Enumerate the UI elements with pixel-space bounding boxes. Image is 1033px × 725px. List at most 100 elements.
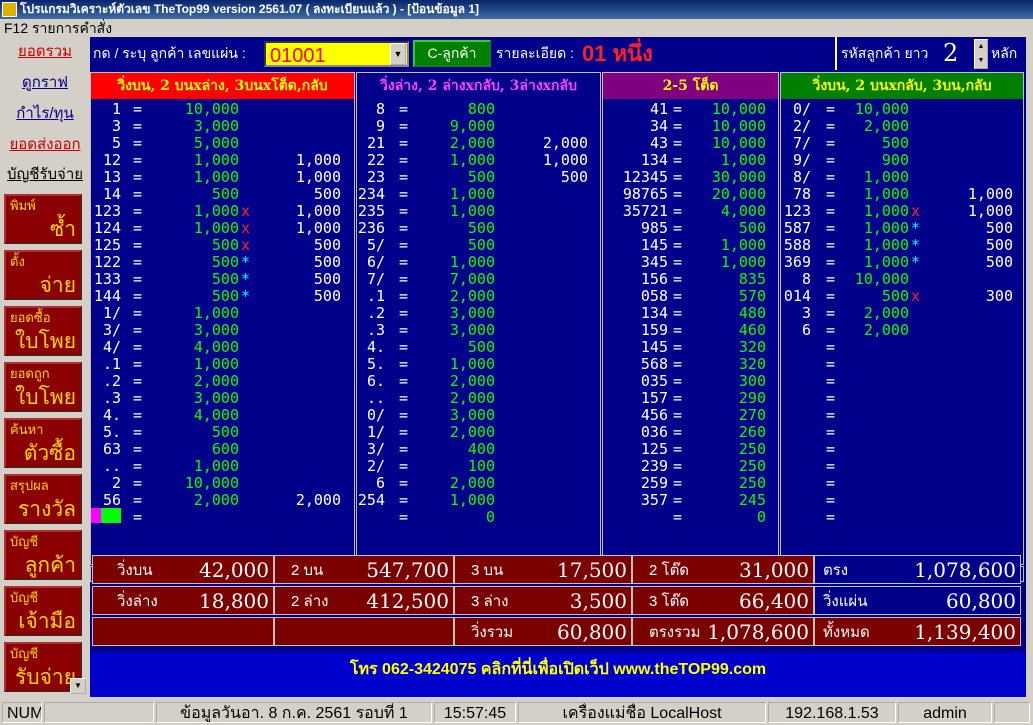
table-row[interactable]: 8/ = 1,000 [781, 169, 1023, 186]
table-row[interactable]: 036 = 260 [603, 424, 778, 441]
table-row[interactable]: 0/ = 3,000 [357, 407, 600, 424]
table-row[interactable]: 6/ = 1,000 [357, 254, 600, 271]
table-row[interactable]: 6 = 2,000 [357, 475, 600, 492]
table-row[interactable]: 159 = 460 [603, 322, 778, 339]
table-row[interactable]: .2 = 2,000 [91, 373, 354, 390]
menu-bar[interactable]: F12 รายการคำสั่ง [0, 19, 1033, 37]
sidebar-button-4[interactable]: ค้นหา ตัวซื้อ [4, 418, 82, 468]
table-row[interactable]: 21 = 2,000 2,000 [357, 135, 600, 152]
code-length-value[interactable]: 2 [943, 39, 958, 67]
table-row[interactable]: 122 = 500 * 500 [91, 254, 354, 271]
data-column-2[interactable]: วิ่งล่าง, 2 ล่างxกลับ, 3ล่างxกลับ 8 = 800 9 =… [356, 72, 601, 565]
table-row[interactable]: 239 = 250 [603, 458, 778, 475]
table-row[interactable]: .. = 2,000 [357, 390, 600, 407]
table-row[interactable]: 134 = 480 [603, 305, 778, 322]
table-row[interactable]: 63 = 600 [91, 441, 354, 458]
table-row[interactable]: = [781, 441, 1023, 458]
table-row[interactable]: = 0 [357, 509, 600, 526]
table-row[interactable]: 157 = 290 [603, 390, 778, 407]
table-row[interactable]: = [781, 424, 1023, 441]
table-row[interactable]: 234 = 1,000 [357, 186, 600, 203]
sidebar-link-1[interactable]: ดูกราฟ [2, 71, 88, 95]
table-row[interactable]: 144 = 500 * 500 [91, 288, 354, 305]
table-row[interactable]: 8 = 10,000 [781, 271, 1023, 288]
table-row[interactable]: 23 = 500 500 [357, 169, 600, 186]
table-row[interactable]: = [781, 339, 1023, 356]
table-row[interactable]: 1 = 10,000 [91, 101, 354, 118]
table-row[interactable]: 156 = 835 [603, 271, 778, 288]
table-row[interactable]: 22 = 1,000 1,000 [357, 152, 600, 169]
table-row[interactable]: 3 = 2,000 [781, 305, 1023, 322]
table-row[interactable]: 7/ = 500 [781, 135, 1023, 152]
sidebar-link-0[interactable]: ยอดรวม [2, 40, 88, 64]
table-row[interactable]: 2/ = 100 [357, 458, 600, 475]
sidebar-scroll-down[interactable]: ▼ [70, 678, 86, 694]
table-row[interactable]: 236 = 500 [357, 220, 600, 237]
table-row[interactable]: .1 = 2,000 [357, 288, 600, 305]
table-row[interactable]: = [781, 407, 1023, 424]
data-column-4[interactable]: วิ่งบน, 2 บนxกลับ, 3บน,กลับ 0/= 10,000 2/= 2… [780, 72, 1024, 565]
table-row[interactable]: 4. = 4,000 [91, 407, 354, 424]
table-row[interactable]: 123 = 1,000 x 1,000 [91, 203, 354, 220]
table-row[interactable]: 125 = 500 x 500 [91, 237, 354, 254]
table-row[interactable]: 5. = 500 [91, 424, 354, 441]
sidebar-link-3[interactable]: ยอดส่งออก [2, 133, 88, 157]
table-row[interactable]: 369 = 1,000 * 500 [781, 254, 1023, 271]
table-row[interactable]: 985 = 500 [603, 220, 778, 237]
table-row[interactable]: 124 = 1,000 x 1,000 [91, 220, 354, 237]
table-row[interactable]: 78 = 1,000 1,000 [781, 186, 1023, 203]
sidebar-link-2[interactable]: กำไร/ทุน [2, 102, 88, 126]
table-row[interactable]: = [781, 509, 1023, 526]
table-row[interactable]: 145 = 1,000 [603, 237, 778, 254]
table-row[interactable]: 134 = 1,000 [603, 152, 778, 169]
table-row[interactable]: 7/ = 7,000 [357, 271, 600, 288]
table-row[interactable]: 12345 = 30,000 [603, 169, 778, 186]
table-row[interactable]: .3 = 3,000 [91, 390, 354, 407]
table-row[interactable]: 259 = 250 [603, 475, 778, 492]
table-row[interactable]: 0/ = 10,000 [781, 101, 1023, 118]
table-row[interactable]: 14 = 500 500 [91, 186, 354, 203]
table-row[interactable]: 3/ = 3,000 [91, 322, 354, 339]
table-row[interactable]: 568 = 320 [603, 356, 778, 373]
table-row[interactable]: 41 = 10,000 [603, 101, 778, 118]
sidebar-button-0[interactable]: พิมพ์ ซ้ำ [4, 194, 82, 244]
table-row[interactable]: 133 = 500 * 500 [91, 271, 354, 288]
table-row[interactable]: 98765 = 20,000 [603, 186, 778, 203]
table-row[interactable]: 035 = 300 [603, 373, 778, 390]
sidebar-button-1[interactable]: ตั้ง จ่าย [4, 250, 82, 300]
table-row[interactable]: 456 = 270 [603, 407, 778, 424]
table-row[interactable]: 125 = 250 [603, 441, 778, 458]
table-row[interactable]: = 0 [603, 509, 778, 526]
sidebar-button-5[interactable]: สรุปผล รางวัล [4, 474, 82, 524]
table-row[interactable]: 3 = 3,000 [91, 118, 354, 135]
sidebar-button-3[interactable]: ยอดถูก ใบโพย [4, 362, 82, 412]
sidebar-link-4[interactable]: บัญชีรับจ่าย [2, 163, 88, 187]
table-row[interactable]: 058 = 570 [603, 288, 778, 305]
table-row[interactable]: 145 = 320 [603, 339, 778, 356]
table-row[interactable]: 34 = 10,000 [603, 118, 778, 135]
table-row[interactable]: = [781, 458, 1023, 475]
table-row[interactable]: 4. = 500 [357, 339, 600, 356]
table-row[interactable]: .. = 1,000 [91, 458, 354, 475]
customer-button[interactable]: C-ลูกค้า [413, 40, 491, 67]
table-row[interactable]: 235 = 1,000 [357, 203, 600, 220]
table-row[interactable]: 014 = 500 x 300 [781, 288, 1023, 305]
table-row[interactable]: 8 = 800 [357, 101, 600, 118]
table-row[interactable]: 587 = 1,000 * 500 [781, 220, 1023, 237]
table-row[interactable]: 35721 = 4,000 [603, 203, 778, 220]
table-row[interactable]: 56 = 2,000 2,000 [91, 492, 354, 509]
sidebar-button-7[interactable]: บัญชี เจ้ามือ [4, 586, 82, 636]
table-row[interactable]: 588 = 1,000 * 500 [781, 237, 1023, 254]
table-row[interactable]: .3 = 3,000 [357, 322, 600, 339]
data-column-3[interactable]: 2-5 โต็ด 41 = 10,000 34 = 10,000 43 = 10,000 134 = 1… [602, 72, 779, 565]
table-row[interactable]: 345 = 1,000 [603, 254, 778, 271]
customer-dropdown-button[interactable]: ▼ [390, 43, 406, 65]
table-row[interactable]: .2 = 3,000 [357, 305, 600, 322]
table-row[interactable]: = [781, 492, 1023, 509]
table-row[interactable]: = [91, 509, 354, 526]
table-row[interactable]: = [781, 356, 1023, 373]
table-row[interactable]: 3/ = 400 [357, 441, 600, 458]
sidebar-button-2[interactable]: ยอดซื้อ ใบโพย [4, 306, 82, 356]
table-row[interactable]: 1/ = 1,000 [91, 305, 354, 322]
table-row[interactable]: 5 = 5,000 [91, 135, 354, 152]
